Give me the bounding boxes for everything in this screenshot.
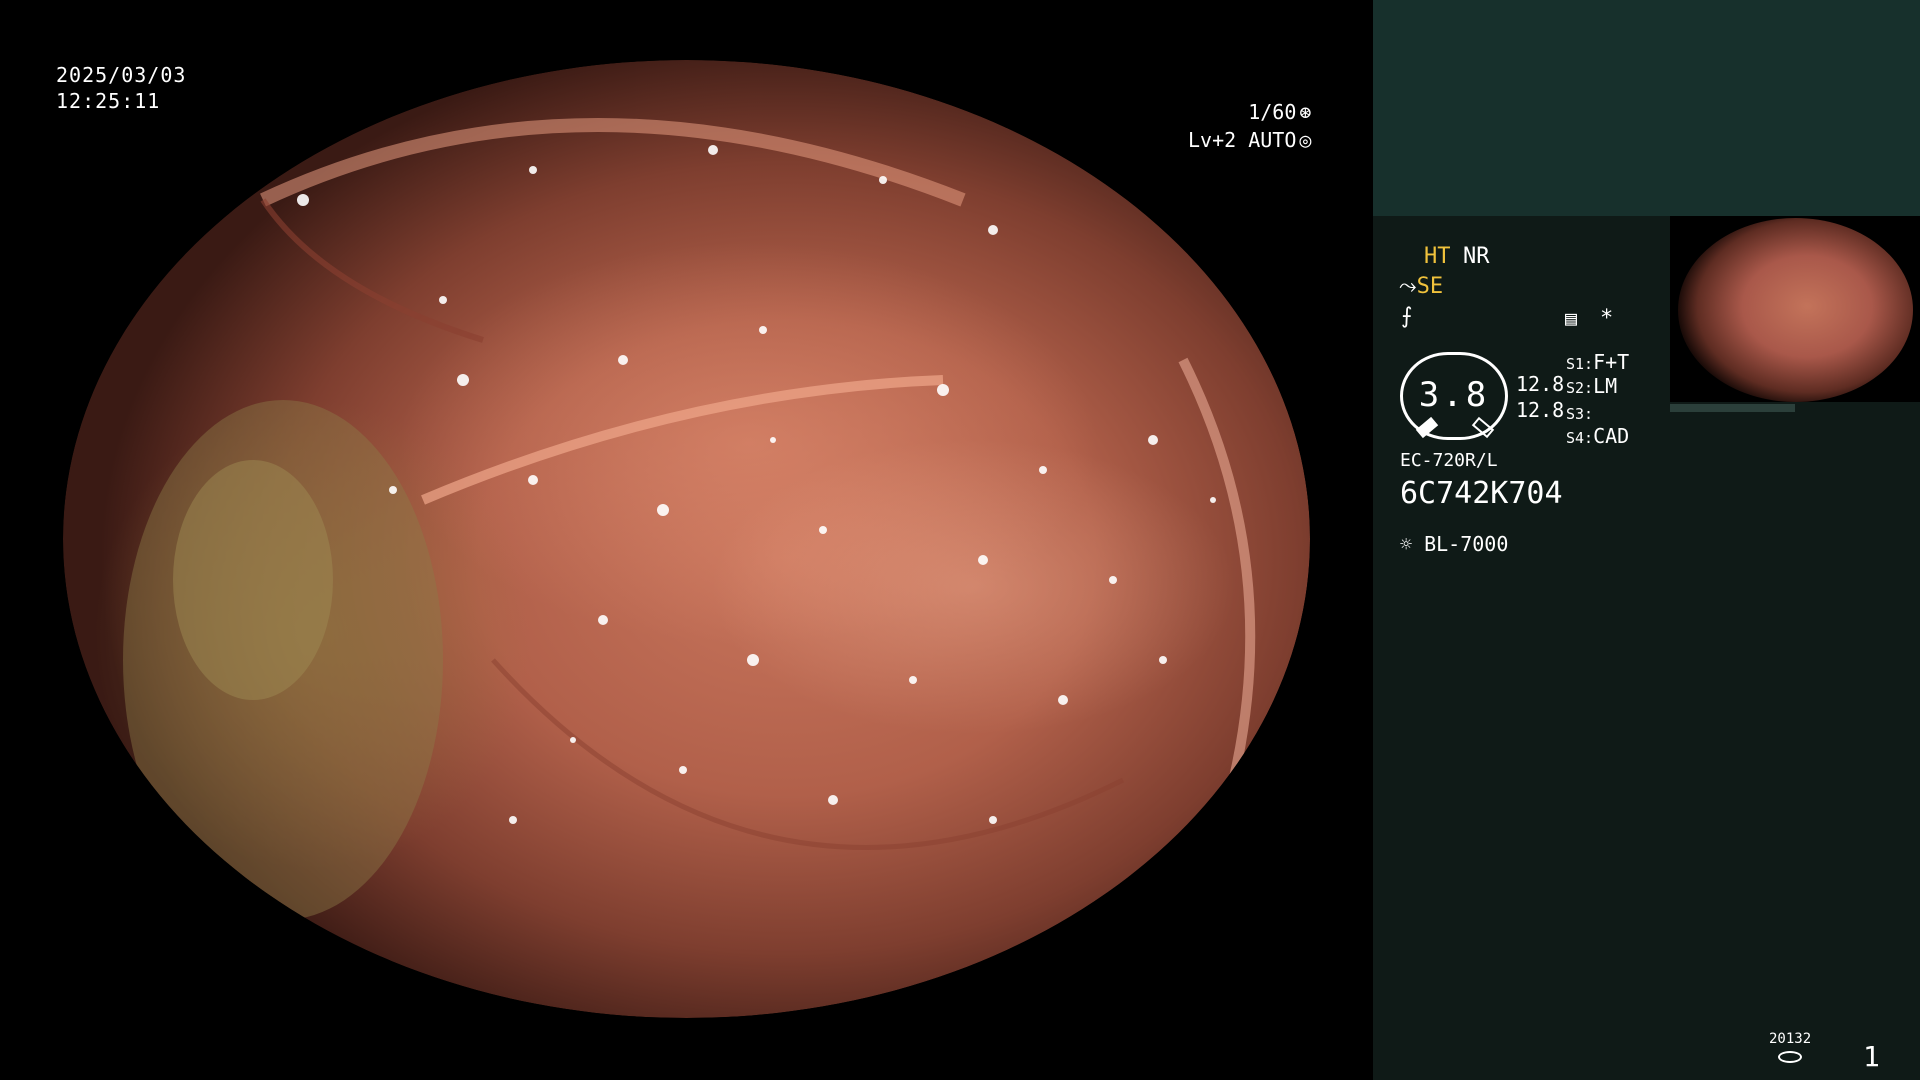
- storage-counter: 20132: [1769, 1031, 1811, 1063]
- time-label: 12:25:11: [56, 89, 161, 113]
- info-panel: HT NR ⤳SE ⨍ ▤ * 3.8 12.8 12.8 S1:F+T S2:…: [1373, 0, 1920, 1080]
- s-key: S2:: [1566, 379, 1594, 397]
- light-source-icon: ☼: [1400, 532, 1413, 556]
- thumbnail: [1670, 216, 1920, 402]
- endoscopy-view: 2025/03/03 12:25:11 1/60 ⊛ Lv+2 AUTO ◎: [0, 0, 1372, 1080]
- zoom-value-2: 12.8: [1516, 398, 1565, 422]
- shutter-label: 1/60: [1248, 100, 1297, 124]
- page-number: 1: [1863, 1040, 1880, 1073]
- s-value: LM: [1593, 374, 1618, 398]
- shutter-row: 1/60 ⊛: [1188, 98, 1314, 126]
- zoom-value-1: 12.8: [1516, 372, 1565, 396]
- level-label: Lv+2: [1188, 128, 1237, 152]
- s-key: S4:: [1566, 429, 1594, 447]
- thumbnail-bar: [1670, 404, 1795, 412]
- mode-se: SE: [1416, 274, 1444, 299]
- panel-menu-icon: ▤: [1565, 306, 1578, 330]
- s-key: S3:: [1566, 405, 1594, 423]
- s-button-3: S3:: [1566, 400, 1593, 424]
- enhance-row: ⤳SE: [1399, 274, 1443, 299]
- s-button-2: S2:LM: [1566, 374, 1617, 398]
- aperture-icon: ⊛: [1299, 100, 1312, 124]
- counter-value: 20132: [1769, 1031, 1812, 1047]
- endoscopic-image: [63, 60, 1310, 1018]
- scope-model: EC-720R/L: [1400, 450, 1498, 471]
- exposure-info: 1/60 ⊛ Lv+2 AUTO ◎: [1188, 98, 1314, 154]
- date-label: 2025/03/03: [56, 63, 187, 87]
- level-row: Lv+2 AUTO ◎: [1188, 126, 1314, 154]
- light-source-label: BL-7000: [1424, 532, 1509, 556]
- s-button-1: S1:F+T: [1566, 350, 1629, 374]
- s-button-4: S4:CAD: [1566, 424, 1629, 448]
- scope-serial: 6C742K704: [1400, 476, 1563, 511]
- s-value: CAD: [1593, 424, 1630, 448]
- gauge: 3.8: [1400, 352, 1508, 440]
- gauge-right-marker: [1471, 416, 1495, 439]
- enhance-icon: ⤳: [1399, 274, 1417, 299]
- mode-ht: HT: [1424, 244, 1451, 269]
- asterisk-marker: *: [1600, 306, 1614, 331]
- thumbnail-image: [1678, 218, 1913, 402]
- freeze-symbol-icon: ⨍: [1401, 304, 1413, 329]
- panel-header: [1373, 0, 1920, 216]
- mode-nr: NR: [1463, 244, 1490, 269]
- s-key: S1:: [1566, 355, 1594, 373]
- tissue-texture: [123, 118, 1256, 920]
- gauge-value: 3.8: [1418, 375, 1490, 415]
- iris-icon: ◎: [1299, 128, 1312, 152]
- timestamp: 2025/03/03 12:25:11: [56, 62, 186, 114]
- s-value: F+T: [1593, 350, 1630, 374]
- disk-icon: [1778, 1051, 1803, 1063]
- light-source-row: ☼ BL-7000: [1400, 532, 1508, 556]
- mode-label: AUTO: [1248, 128, 1297, 152]
- gauge-left-marker: [1415, 416, 1439, 439]
